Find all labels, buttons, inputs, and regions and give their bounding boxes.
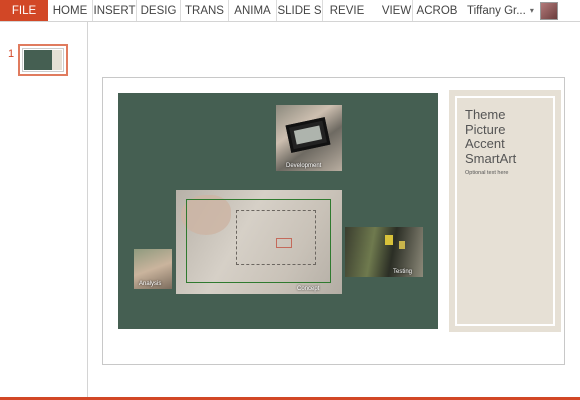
picture-development[interactable]: Development [276,105,342,171]
tab-slide-show[interactable]: SLIDE S [277,0,323,21]
concept-frame [186,199,331,283]
label-analysis: Analysis [139,281,162,287]
slide-title[interactable]: Theme Picture Accent SmartArt [465,107,555,166]
picture-concept[interactable]: Concept [176,190,342,294]
tab-file[interactable]: FILE [0,0,48,21]
tab-home[interactable]: HOME [48,0,93,21]
label-concept: Concept [297,286,320,292]
tab-review[interactable]: REVIE [323,0,371,21]
text-side-panel: Theme Picture Accent SmartArt Optional t… [449,90,561,332]
tab-insert[interactable]: INSERT [93,0,137,21]
slide-canvas[interactable]: Development Concept Analysis Testing The… [102,77,565,365]
user-account[interactable]: Tiffany Gr... ▾ [461,0,558,21]
tab-transitions[interactable]: TRANS [181,0,229,21]
tab-animations[interactable]: ANIMA [229,0,277,21]
user-name: Tiffany Gr... [467,4,526,17]
picture-analysis[interactable]: Analysis [134,249,172,289]
tab-design[interactable]: DESIG [137,0,181,21]
chevron-down-icon: ▾ [529,6,534,15]
label-testing: Testing [393,269,413,275]
thumbnail-green-panel [24,50,52,70]
smartart-green-panel: Development Concept Analysis Testing [118,93,438,329]
slide-thumbnail[interactable] [18,44,68,76]
slide-subtitle[interactable]: Optional text here [465,170,508,176]
slide-number: 1 [8,48,15,60]
slide-thumbnail-pane: 1 [0,22,88,400]
picture-testing[interactable]: Testing [345,227,423,277]
slide-editing-area: Development Concept Analysis Testing The… [89,22,580,400]
thumbnail-side-panel [52,50,62,70]
tab-acrobat[interactable]: ACROB [413,0,461,21]
magnifier-image [285,117,331,153]
ribbon-tabs: FILE HOME INSERT DESIG TRANS ANIMA SLIDE… [0,0,580,22]
side-panel-border: Theme Picture Accent SmartArt Optional t… [455,96,555,326]
avatar [539,1,558,20]
thumbnail-preview [22,48,64,72]
tab-view[interactable]: VIEW [381,0,413,21]
device-image-2 [399,241,405,249]
device-image [385,235,393,245]
label-development: Development [286,163,322,169]
